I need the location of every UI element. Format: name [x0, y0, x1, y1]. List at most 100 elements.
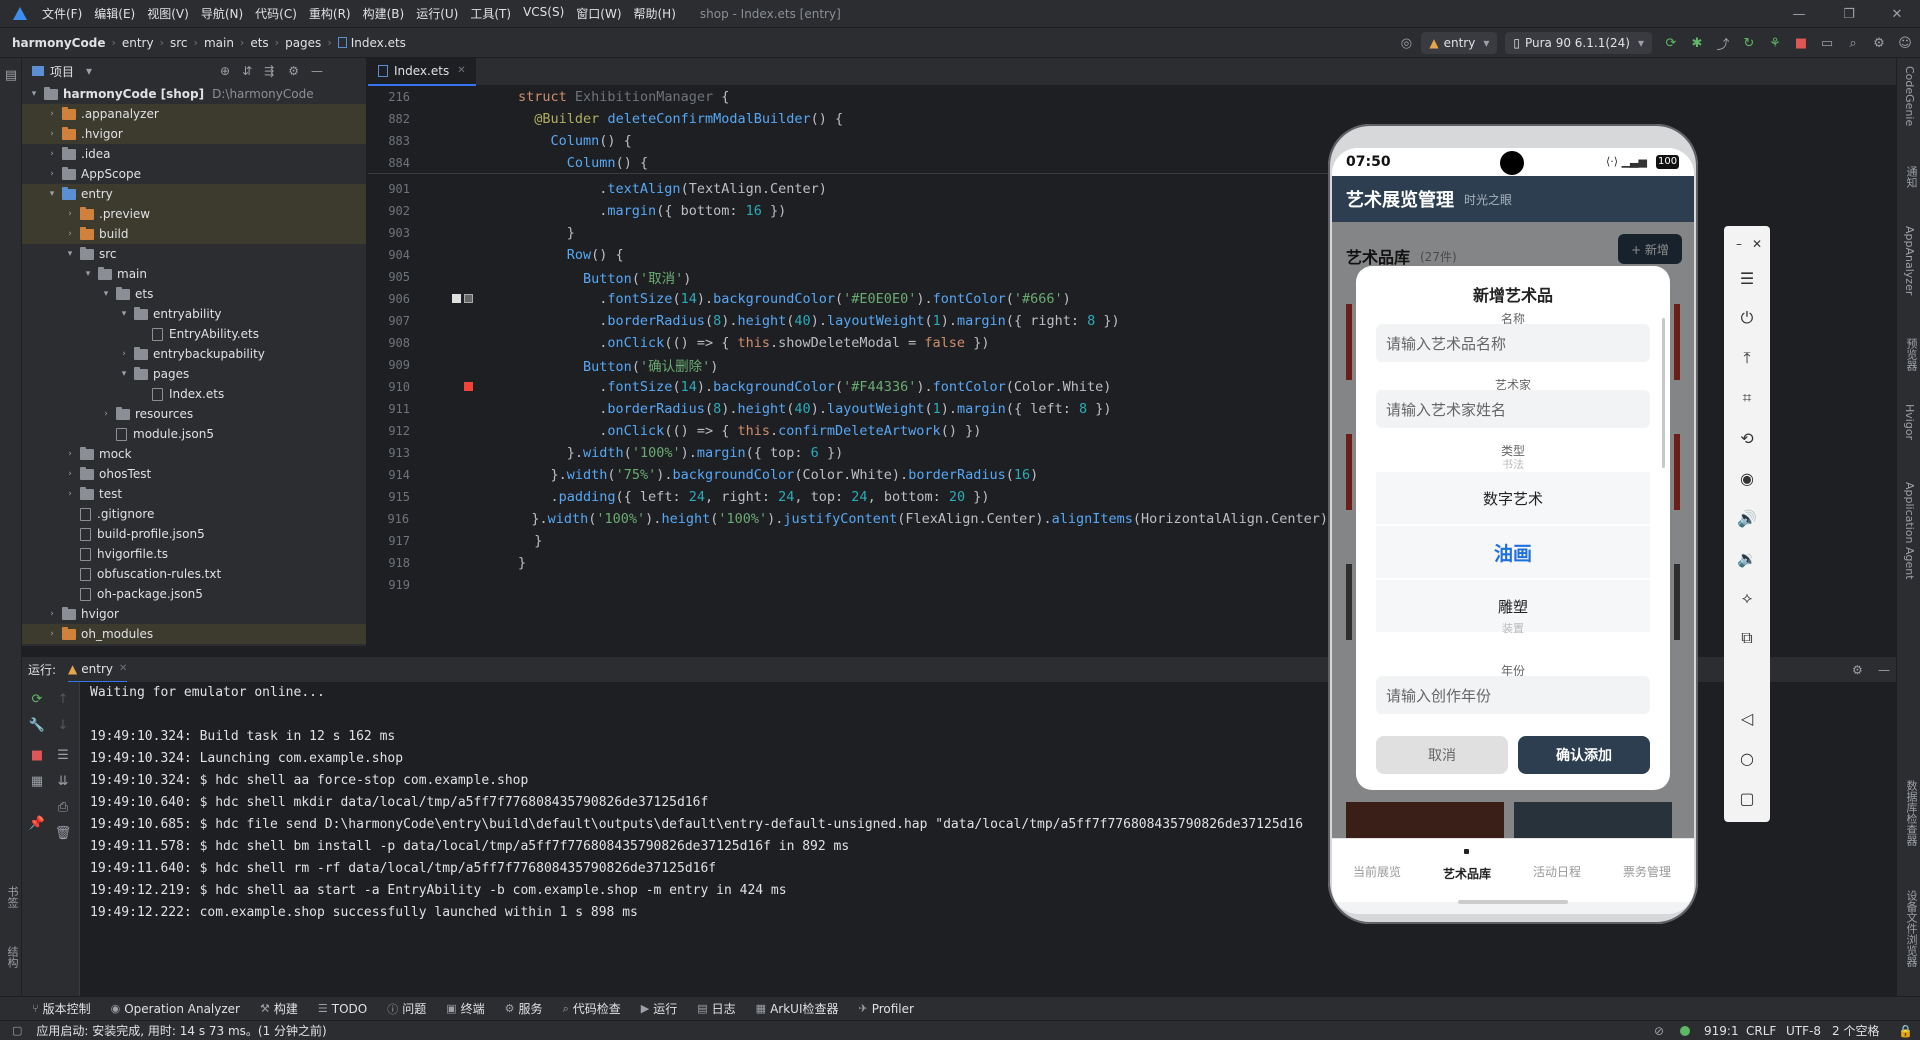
- editor-gutter[interactable]: [418, 552, 518, 574]
- menu-item[interactable]: 工具(T): [470, 5, 511, 22]
- editor-gutter[interactable]: [418, 398, 518, 420]
- tree-item[interactable]: EntryAbility.ets: [22, 324, 366, 344]
- tree-item[interactable]: ▾ harmonyCode [shop] D:\harmonyCode: [22, 84, 366, 104]
- editor-gutter[interactable]: [418, 108, 518, 130]
- expand-arrow-icon[interactable]: ▾: [64, 249, 76, 259]
- expand-arrow-icon[interactable]: ›: [64, 209, 76, 219]
- volume-down-icon[interactable]: 🔉: [1724, 544, 1770, 572]
- account-icon[interactable]: ☺: [1894, 32, 1916, 54]
- fold-icon[interactable]: ⟡: [1724, 584, 1770, 612]
- expand-arrow-icon[interactable]: ›: [64, 489, 76, 499]
- tree-item[interactable]: › resources: [22, 404, 366, 424]
- editor-gutter[interactable]: [418, 178, 518, 200]
- line-number[interactable]: 914: [368, 468, 418, 482]
- menu-item[interactable]: 代码(C): [255, 5, 297, 22]
- layout-icon[interactable]: ▦: [26, 770, 48, 792]
- editor-gutter[interactable]: [418, 574, 518, 596]
- breadcrumb-item[interactable]: harmonyCode: [12, 36, 105, 50]
- line-number[interactable]: 918: [368, 556, 418, 570]
- code-editor[interactable]: 901 .textAlign(TextAlign.Center) 902 .mar…: [368, 86, 1328, 626]
- tree-item[interactable]: build-profile.json5: [22, 524, 366, 544]
- recents-icon[interactable]: ▢: [1724, 784, 1770, 812]
- tool-window-tab[interactable]: ⓘ 问题: [387, 1000, 426, 1017]
- database-inspector-tab[interactable]: 数据库检查器: [1903, 780, 1919, 846]
- tree-item[interactable]: .gitignore: [22, 504, 366, 524]
- expand-arrow-icon[interactable]: ›: [64, 469, 76, 479]
- tree-item[interactable]: obfuscation-rules.txt: [22, 564, 366, 584]
- menu-item[interactable]: 构建(B): [363, 5, 405, 22]
- expand-arrow-icon[interactable]: ▾: [82, 269, 94, 279]
- expand-arrow-icon[interactable]: ›: [100, 409, 112, 419]
- scroll-end-icon[interactable]: ⇊: [52, 770, 74, 792]
- tree-item[interactable]: › .idea: [22, 144, 366, 164]
- tool-window-tab[interactable]: ✈ Profiler: [858, 1002, 913, 1016]
- line-separator[interactable]: CRLF: [1746, 1024, 1776, 1038]
- expand-arrow-icon[interactable]: ▾: [118, 369, 130, 379]
- tab-run-entry[interactable]: ▲ entry ✕: [68, 657, 128, 683]
- line-number[interactable]: 911: [368, 402, 418, 416]
- tool-window-tab[interactable]: ⚙ 服务: [505, 1000, 543, 1017]
- tree-item[interactable]: › .preview: [22, 204, 366, 224]
- tool-window-tab[interactable]: ◉ Operation Analyzer: [111, 1002, 240, 1016]
- application-agent-tab[interactable]: Application Agent: [1903, 482, 1916, 580]
- notifications-tab[interactable]: 通知: [1903, 166, 1919, 188]
- rerun-icon[interactable]: ⟳: [1660, 32, 1682, 54]
- expand-arrow-icon[interactable]: ›: [64, 449, 76, 459]
- no-sync-icon[interactable]: ⊘: [1654, 1024, 1664, 1038]
- line-number[interactable]: 915: [368, 490, 418, 504]
- line-number[interactable]: 909: [368, 358, 418, 372]
- editor-gutter[interactable]: [418, 464, 518, 486]
- tree-item[interactable]: ▾ ets: [22, 284, 366, 304]
- tab-event-schedule[interactable]: 活动日程: [1512, 863, 1602, 880]
- rotate-icon[interactable]: ⟲: [1724, 424, 1770, 452]
- hide-panel-icon[interactable]: —: [311, 64, 323, 78]
- line-number[interactable]: 910: [368, 380, 418, 394]
- project-view-icon[interactable]: ▤: [0, 64, 22, 86]
- editor-gutter[interactable]: [418, 200, 518, 222]
- pin-icon[interactable]: 📌: [26, 812, 48, 834]
- menu-item[interactable]: 运行(U): [416, 5, 458, 22]
- confirm-add-button[interactable]: 确认添加: [1518, 736, 1650, 774]
- rerun-icon[interactable]: ⟳: [26, 688, 48, 710]
- run-console[interactable]: Waiting for emulator online... 19:49:10.…: [80, 682, 1328, 1006]
- previewer-tab[interactable]: 预览器: [1903, 338, 1919, 371]
- line-number[interactable]: 908: [368, 336, 418, 350]
- expand-all-icon[interactable]: ⇵: [242, 64, 252, 78]
- modal-scrollbar[interactable]: [1662, 318, 1665, 468]
- menu-item[interactable]: 编辑(E): [94, 5, 135, 22]
- breadcrumb-item[interactable]: entry: [122, 36, 154, 50]
- type-picker[interactable]: 书法 数字艺术 油画 雕塑 装置: [1356, 456, 1670, 635]
- structure-tab[interactable]: 结构: [4, 946, 20, 968]
- editor-gutter[interactable]: [418, 222, 518, 244]
- tab-ticket-management[interactable]: 票务管理: [1602, 863, 1692, 880]
- color-swatch-icon[interactable]: [464, 294, 473, 303]
- menu-icon[interactable]: ☰: [1724, 264, 1770, 292]
- editor-gutter[interactable]: [417, 508, 515, 530]
- profile-icon[interactable]: ⚘: [1764, 32, 1786, 54]
- tool-window-tab[interactable]: ▤ 日志: [697, 1000, 735, 1017]
- debug-icon[interactable]: ✱: [1686, 32, 1708, 54]
- locate-icon[interactable]: ⊕: [220, 64, 230, 78]
- multi-window-icon[interactable]: ⧉: [1724, 624, 1770, 652]
- line-number[interactable]: 913: [368, 446, 418, 460]
- expand-arrow-icon[interactable]: ▾: [118, 309, 130, 319]
- search-icon[interactable]: ⌕: [1842, 32, 1864, 54]
- gear-icon[interactable]: ⚙: [1852, 663, 1863, 677]
- tree-item[interactable]: › oh_modules: [22, 624, 366, 644]
- line-number[interactable]: 903: [368, 226, 418, 240]
- arrow-down-icon[interactable]: ↓: [52, 714, 74, 736]
- cancel-button[interactable]: 取消: [1376, 736, 1508, 774]
- line-number[interactable]: 906: [368, 292, 418, 306]
- phone-screen[interactable]: 07:50 ⟨·⟩ ▁▃▅ 100 艺术展览管理 时光之眼 艺术品库 (27件)…: [1332, 148, 1694, 914]
- line-number[interactable]: 917: [368, 534, 418, 548]
- artist-name-input[interactable]: 请输入艺术家姓名: [1376, 390, 1650, 428]
- arrow-up-icon[interactable]: ↑: [52, 688, 74, 710]
- tree-item[interactable]: › hvigor: [22, 604, 366, 624]
- power-icon[interactable]: ⏻: [1724, 304, 1770, 332]
- print-icon[interactable]: ⎙: [52, 796, 74, 818]
- tree-item[interactable]: › test: [22, 484, 366, 504]
- editor-gutter[interactable]: [418, 130, 518, 152]
- tree-item[interactable]: ▾ pages: [22, 364, 366, 384]
- tree-item[interactable]: module.json5: [22, 424, 366, 444]
- line-number[interactable]: 916: [368, 512, 417, 526]
